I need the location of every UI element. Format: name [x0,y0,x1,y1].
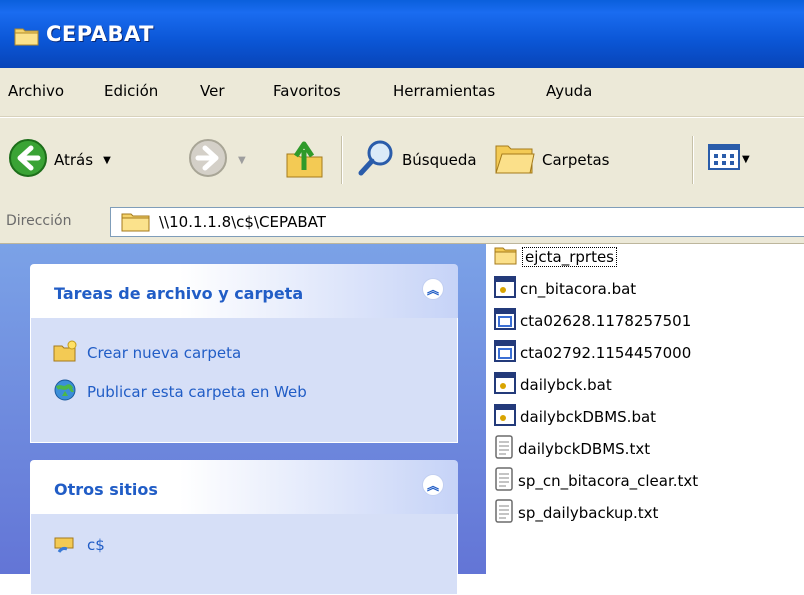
task-new-folder-label: Crear nueva carpeta [87,344,242,362]
folders-icon [494,138,536,182]
list-item[interactable]: sp_cn_bitacora_clear.txt [494,467,699,495]
collapse-icon[interactable]: ︽ [422,278,444,300]
title-bar[interactable]: CEPABAT [0,0,804,68]
collapse-icon[interactable]: ︽ [422,474,444,496]
new-folder-icon [53,340,77,366]
file-name: cn_bitacora.bat [520,280,637,298]
list-item[interactable]: cta02628.1178257501 [494,308,691,334]
address-field[interactable]: \\10.1.1.8\c$\CEPABAT [110,207,804,237]
list-item[interactable]: dailybckDBMS.bat [494,404,656,430]
list-item[interactable]: cta02792.1154457000 [494,340,691,366]
folder-icon [494,244,518,270]
list-item[interactable]: dailybckDBMS.txt [494,435,651,463]
file-name: dailybckDBMS.bat [520,408,657,426]
file-list: ejcta_rprtes cn_bitacora.bat cta02628.11… [486,244,804,574]
toolbar-separator [692,136,694,184]
batch-file-icon [494,276,516,302]
text-file-icon [494,467,514,495]
menu-ayuda[interactable]: Ayuda [546,82,592,100]
batch-file-icon [494,404,516,430]
task-pane: Tareas de archivo y carpeta ︽ Crear nuev… [0,244,486,595]
back-dropdown-icon[interactable]: ▼ [103,155,111,166]
menu-ver[interactable]: Ver [200,82,225,100]
list-item[interactable]: ejcta_rprtes [494,244,617,270]
window-title: CEPABAT [46,22,154,46]
text-file-icon [494,435,514,463]
folder-icon [14,26,40,50]
file-name: sp_cn_bitacora_clear.txt [518,472,699,490]
other-places-panel: Otros sitios ︽ c$ [30,460,458,595]
menu-archivo[interactable]: Archivo [8,82,64,100]
task-publish-web-label: Publicar esta carpeta en Web [87,383,307,401]
views-dropdown-icon[interactable]: ▼ [742,154,750,165]
menu-edicion[interactable]: Edición [104,82,158,100]
up-folder-icon [284,136,326,184]
task-publish-web[interactable]: Publicar esta carpeta en Web [53,378,307,406]
other-places-title: Otros sitios [54,480,158,499]
file-name: ejcta_rprtes [522,247,617,267]
place-c-share-label: c$ [87,536,105,554]
back-label: Atrás [54,151,94,169]
menu-favoritos[interactable]: Favoritos [273,82,341,100]
back-arrow-icon [8,138,48,182]
folders-button[interactable]: Carpetas [494,138,609,182]
address-label: Dirección [6,213,72,229]
address-bar: Dirección \\10.1.1.8\c$\CEPABAT [0,201,804,244]
generic-file-icon [494,340,516,366]
text-file-icon [494,499,514,527]
search-label: Búsqueda [402,151,477,169]
folder-icon [121,212,151,236]
forward-dropdown-icon[interactable]: ▼ [238,155,246,166]
toolbar-separator [341,136,343,184]
file-name: cta02792.1154457000 [520,344,692,362]
other-places-body: c$ [30,514,458,595]
list-item[interactable]: sp_dailybackup.txt [494,499,659,527]
file-tasks-body: Crear nueva carpeta Publicar esta carpet… [30,318,458,443]
file-tasks-panel: Tareas de archivo y carpeta ︽ Crear nuev… [30,264,458,443]
menu-bar: Archivo Edición Ver Favoritos Herramient… [0,68,804,117]
file-name: dailybck.bat [520,376,612,394]
task-new-folder[interactable]: Crear nueva carpeta [53,340,241,366]
menu-herramientas[interactable]: Herramientas [393,82,495,100]
file-tasks-title: Tareas de archivo y carpeta [54,284,304,303]
up-folder-button[interactable] [284,136,326,184]
file-tasks-header[interactable]: Tareas de archivo y carpeta ︽ [30,264,458,318]
folders-label: Carpetas [542,151,610,169]
views-button[interactable]: ▼ [708,144,750,174]
views-icon [708,144,740,174]
forward-button[interactable]: ▼ [188,138,246,182]
list-item[interactable]: dailybck.bat [494,372,612,398]
file-name: cta02628.1178257501 [520,312,692,330]
batch-file-icon [494,372,516,398]
address-path: \\10.1.1.8\c$\CEPABAT [159,213,326,231]
toolbar: Atrás ▼ ▼ Búsqueda Carpetas ▼ [0,117,804,202]
file-name: sp_dailybackup.txt [518,504,659,522]
generic-file-icon [494,308,516,334]
search-icon [356,138,396,182]
file-name: dailybckDBMS.txt [518,440,651,458]
back-button[interactable]: Atrás ▼ [8,138,111,182]
publish-web-icon [53,378,77,406]
other-places-header[interactable]: Otros sitios ︽ [30,460,458,514]
forward-arrow-icon [188,138,228,182]
place-c-share[interactable]: c$ [53,532,105,558]
list-item[interactable]: cn_bitacora.bat [494,276,636,302]
shared-drive-icon [53,532,77,558]
search-button[interactable]: Búsqueda [356,138,477,182]
